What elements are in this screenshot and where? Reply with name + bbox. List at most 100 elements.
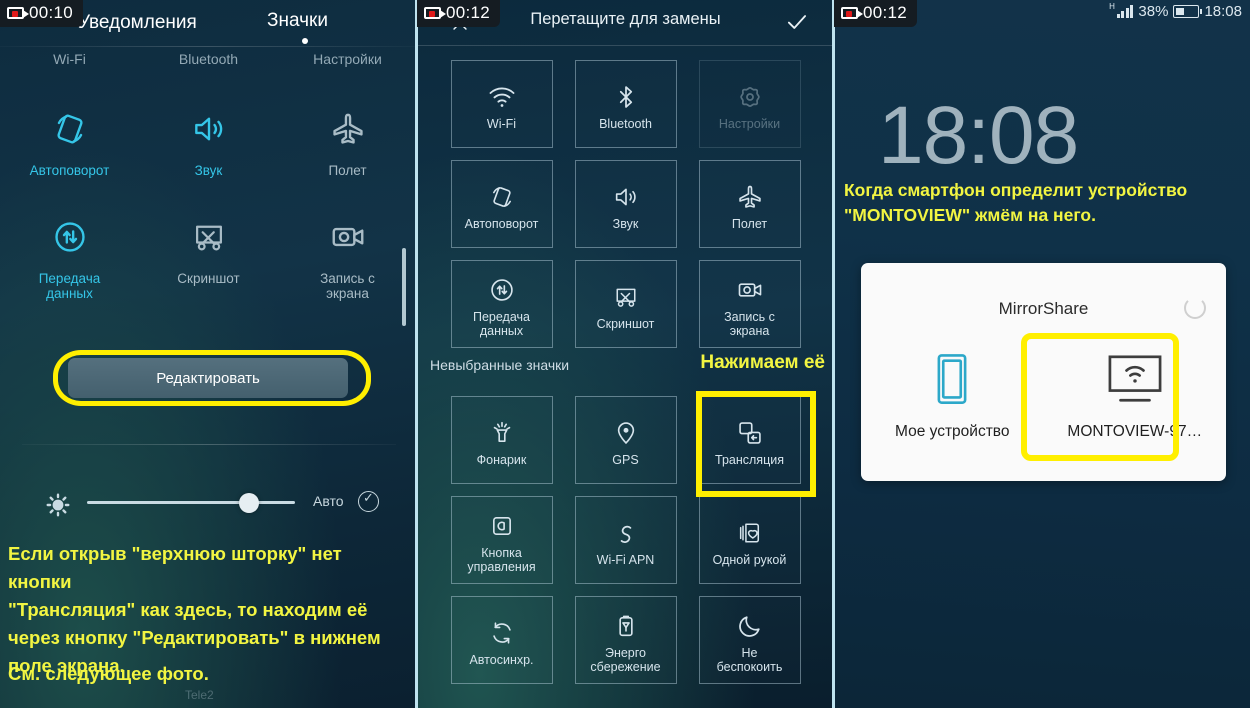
tile-label: Не беспокоить bbox=[716, 646, 783, 674]
recording-time: 00:12 bbox=[863, 3, 908, 22]
annotation-note-1: Если открыв "верхнюю шторку" нет кнопки … bbox=[8, 543, 381, 676]
tile-one-hand[interactable]: Одной рукой bbox=[698, 496, 801, 584]
airplane-icon bbox=[736, 177, 764, 217]
nav-button-icon bbox=[488, 506, 516, 546]
status-clock: 18:08 bbox=[1204, 3, 1242, 20]
tile-wifi-apn[interactable]: Wi-Fi APN bbox=[574, 496, 677, 584]
phone-icon bbox=[931, 349, 973, 409]
tile-sound[interactable]: Звук bbox=[574, 160, 677, 248]
tile-label: Одной рукой bbox=[712, 553, 787, 567]
carrier-watermark: Tele2 bbox=[185, 688, 214, 702]
toggle-airplane[interactable]: Полет bbox=[278, 105, 417, 178]
annotation-note-2: См. следующее фото. bbox=[8, 663, 209, 684]
tile-label: GPS bbox=[612, 453, 639, 467]
tile-label: Настройки bbox=[718, 117, 781, 131]
brightness-row: Авто bbox=[0, 480, 417, 528]
tile-flashlight[interactable]: Фонарик bbox=[450, 396, 553, 484]
label-settings[interactable]: Настройки bbox=[278, 51, 417, 67]
tile-row: Автосинхр. Энерго сбережение Не беспокои… bbox=[417, 596, 834, 684]
brightness-slider-track[interactable] bbox=[87, 501, 295, 504]
toggle-autorotate[interactable]: Автоповорот bbox=[0, 105, 139, 178]
tab-notifications[interactable]: Уведомления bbox=[78, 12, 197, 34]
selected-tiles-grid: Wi-Fi Bluetooth Настройки Автоповорот Зв… bbox=[417, 60, 834, 360]
montoview-device-highlight bbox=[1021, 333, 1179, 461]
flashlight-icon bbox=[488, 413, 516, 453]
tile-screen-record[interactable]: Запись с экрана bbox=[698, 260, 801, 348]
header-divider bbox=[0, 46, 417, 47]
brightness-slider-knob[interactable] bbox=[239, 493, 259, 513]
tile-bluetooth[interactable]: Bluetooth bbox=[574, 60, 677, 148]
airplane-icon bbox=[329, 105, 367, 153]
toggle-sound[interactable]: Звук bbox=[139, 105, 278, 178]
recording-badge-1: 00:10 bbox=[0, 0, 84, 27]
loading-spinner-icon bbox=[1184, 297, 1206, 319]
battery-percent: 38% bbox=[1138, 3, 1169, 20]
toggle-label: Передача данных bbox=[38, 271, 101, 301]
check-icon[interactable] bbox=[784, 9, 810, 40]
toggle-data-transfer[interactable]: Передача данных bbox=[0, 213, 139, 301]
device-label: Мое устройство bbox=[895, 423, 1010, 440]
annotation-press-note: Нажимаем её bbox=[700, 352, 825, 373]
one-hand-icon bbox=[736, 513, 764, 553]
tile-label: Запись с экрана bbox=[724, 310, 775, 338]
tile-airplane[interactable]: Полет bbox=[698, 160, 801, 248]
tile-battery-saver[interactable]: Энерго сбережение bbox=[574, 596, 677, 684]
tile-label: Энерго сбережение bbox=[590, 646, 661, 674]
toggle-row-2: Передача данных Скриншот Запись с экрана bbox=[0, 213, 417, 301]
tile-label: Автоповорот bbox=[464, 217, 539, 231]
auto-brightness-checkbox[interactable] bbox=[358, 490, 379, 512]
sound-icon bbox=[190, 105, 228, 153]
bluetooth-icon bbox=[612, 77, 640, 117]
auto-brightness-label: Авто bbox=[313, 493, 344, 509]
unselected-section-label: Невыбранные значки bbox=[430, 357, 570, 373]
screen-record-icon bbox=[329, 213, 367, 261]
toggle-grid: Автоповорот Звук Полет Передача данных С… bbox=[0, 105, 417, 301]
tile-data-transfer[interactable]: Передача данных bbox=[450, 260, 553, 348]
quick-settings-scrollbar[interactable] bbox=[402, 248, 406, 326]
signal-bars-icon bbox=[1116, 5, 1134, 18]
toggle-screen-record[interactable]: Запись с экрана bbox=[278, 213, 417, 301]
toggle-row-1: Автоповорот Звук Полет bbox=[0, 105, 417, 178]
tile-screenshot[interactable]: Скриншот bbox=[574, 260, 677, 348]
tile-label: Полет bbox=[731, 217, 768, 231]
tile-do-not-disturb[interactable]: Не беспокоить bbox=[698, 596, 801, 684]
location-pin-icon bbox=[612, 413, 640, 453]
tile-autosync[interactable]: Автосинхр. bbox=[450, 596, 553, 684]
network-type-label: H bbox=[1109, 2, 1115, 11]
tile-gps[interactable]: GPS bbox=[574, 396, 677, 484]
screenshot-icon bbox=[612, 277, 640, 317]
device-my-device[interactable]: Мое устройство bbox=[861, 349, 1044, 441]
toggle-screenshot[interactable]: Скриншот bbox=[139, 213, 278, 301]
gear-icon bbox=[736, 77, 764, 117]
tile-label: Автосинхр. bbox=[469, 653, 534, 667]
status-bar-right: H 38% 18:08 bbox=[1109, 2, 1242, 20]
tab-icons[interactable]: Значки bbox=[267, 10, 328, 32]
tile-label: Wi-Fi APN bbox=[596, 553, 655, 567]
battery-saver-icon bbox=[612, 606, 640, 646]
record-camera-icon bbox=[424, 7, 446, 19]
auto-rotate-icon bbox=[488, 177, 516, 217]
tile-label: Звук bbox=[612, 217, 639, 231]
toggle-label: Полет bbox=[328, 163, 367, 178]
tile-label: Скриншот bbox=[596, 317, 655, 331]
tile-nav-button[interactable]: Кнопка управления bbox=[450, 496, 553, 584]
tile-wifi[interactable]: Wi-Fi bbox=[450, 60, 553, 148]
tile-label: Кнопка управления bbox=[467, 546, 536, 574]
tile-row: Wi-Fi Bluetooth Настройки bbox=[417, 60, 834, 148]
data-transfer-icon bbox=[488, 270, 516, 310]
toggle-label: Скриншот bbox=[177, 271, 240, 286]
sound-icon bbox=[612, 177, 640, 217]
tile-autorotate[interactable]: Автоповорот bbox=[450, 160, 553, 248]
mirrorshare-title: MirrorShare bbox=[998, 299, 1089, 318]
top-toggle-labels: Wi-Fi Bluetooth Настройки bbox=[0, 51, 417, 67]
screenshot-icon bbox=[190, 213, 228, 261]
label-wifi[interactable]: Wi-Fi bbox=[0, 51, 139, 67]
battery-icon bbox=[1173, 5, 1203, 18]
tile-row: Кнопка управления Wi-Fi APN Одной рукой bbox=[417, 496, 834, 584]
toggle-label: Запись с экрана bbox=[320, 271, 375, 301]
screen-record-icon bbox=[736, 270, 764, 310]
data-transfer-icon bbox=[51, 213, 89, 261]
tile-settings[interactable]: Настройки bbox=[698, 60, 801, 148]
toggle-label: Автоповорот bbox=[29, 163, 110, 178]
label-bluetooth[interactable]: Bluetooth bbox=[139, 51, 278, 67]
